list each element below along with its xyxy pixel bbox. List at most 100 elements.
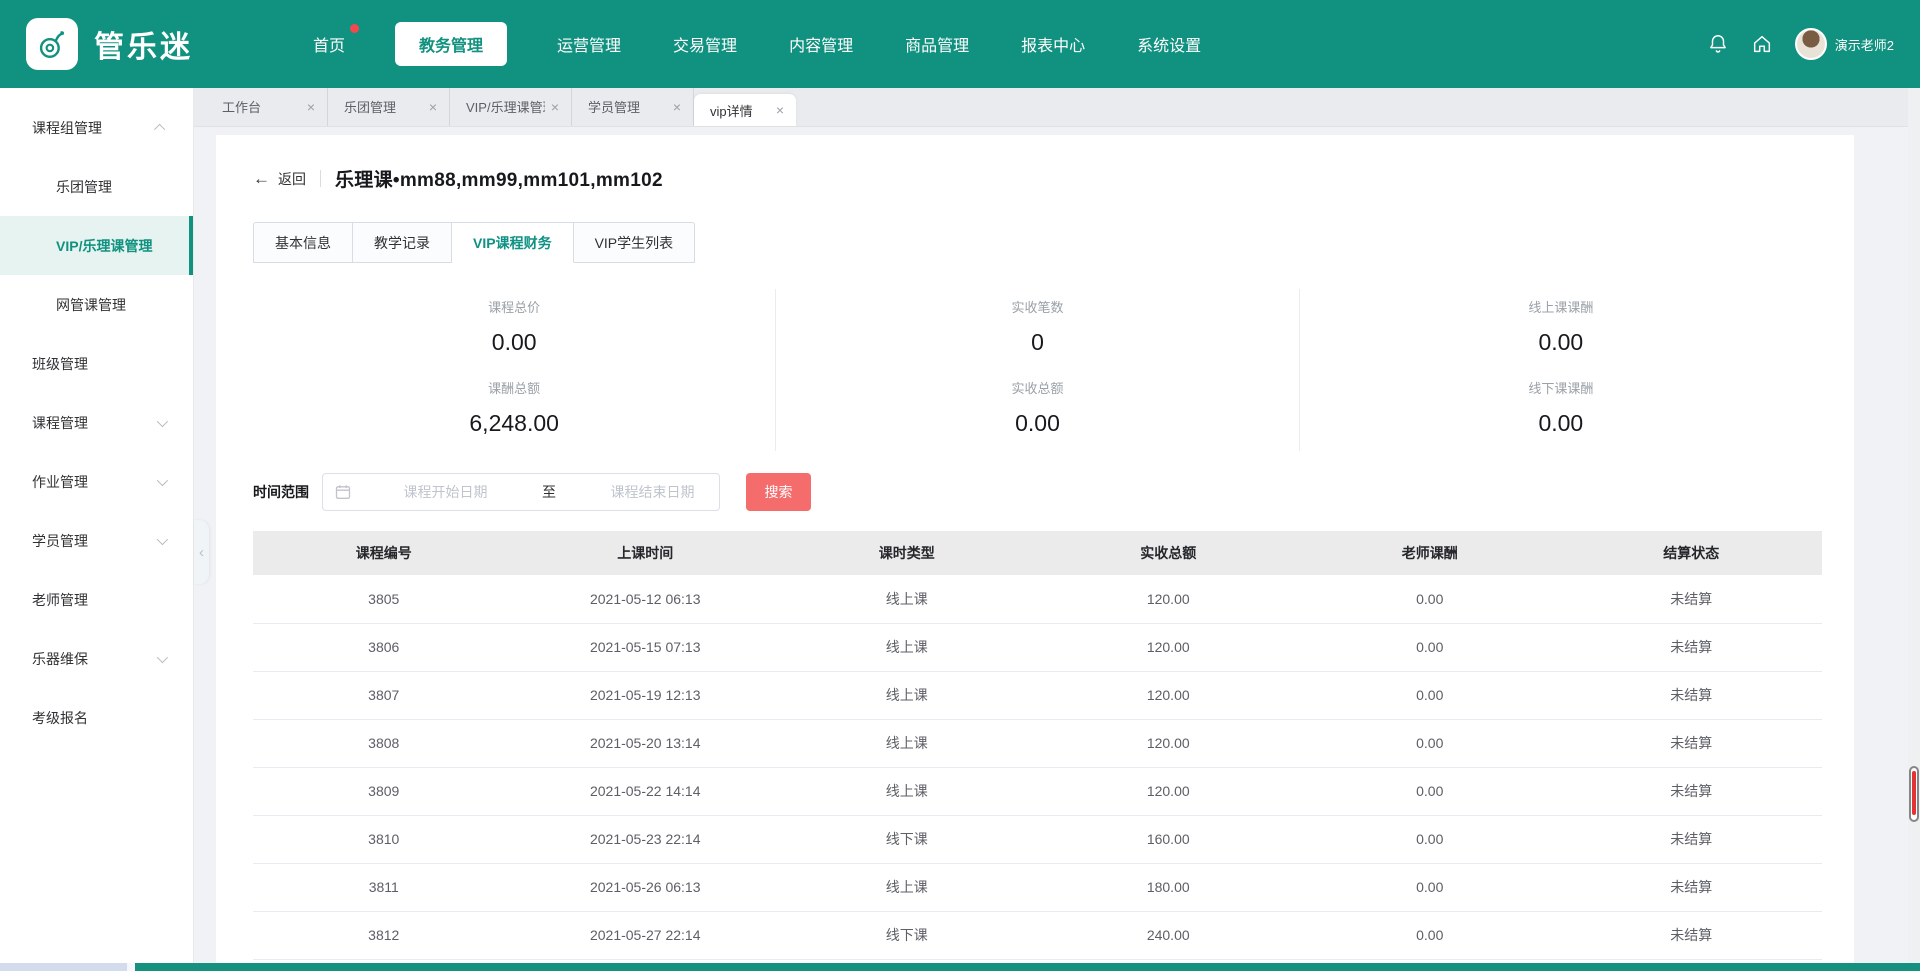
finance-stats: 课程总价0.00实收笔数0线上课课酬0.00课酬总额6,248.00实收总额0.… <box>253 289 1822 451</box>
stat-label: 课程总价 <box>253 297 775 316</box>
calendar-icon <box>335 484 351 500</box>
route-tab[interactable]: 工作台× <box>206 87 328 126</box>
table-row: 38122021-05-27 22:14线下课240.000.00未结算 <box>253 911 1822 959</box>
close-icon[interactable]: × <box>673 99 681 115</box>
route-tab-strip: 工作台×乐团管理×VIP/乐理课管理×学员管理×vip详情× <box>194 88 1920 127</box>
table-cell: 240.00 <box>1038 911 1300 959</box>
route-tab[interactable]: vip详情× <box>694 94 796 126</box>
home-icon[interactable] <box>1751 33 1773 55</box>
table-header-cell: 课程编号 <box>253 531 515 575</box>
nav-item[interactable]: 内容管理 <box>787 22 855 66</box>
stat-cell: 实收总额0.00 <box>775 370 1299 451</box>
table-cell: 线上课 <box>776 767 1038 815</box>
app-logo[interactable]: 管乐迷 <box>26 18 193 70</box>
table-cell: 0.00 <box>1299 815 1561 863</box>
brand-name: 管乐迷 <box>94 22 193 66</box>
sidebar-item[interactable]: 作业管理 <box>0 452 193 511</box>
horizontal-scrollbar-track[interactable] <box>0 963 1920 971</box>
sidebar-item[interactable]: 课程组管理 <box>0 98 193 157</box>
route-tab[interactable]: 乐团管理 × <box>328 87 450 126</box>
detail-tab[interactable]: 教学记录 <box>353 222 452 263</box>
table-cell: 2021-05-15 07:13 <box>515 623 777 671</box>
table-header-cell: 课时类型 <box>776 531 1038 575</box>
table-cell: 3806 <box>253 623 515 671</box>
table-cell: 0.00 <box>1299 863 1561 911</box>
sidebar-item[interactable]: 课程管理 <box>0 393 193 452</box>
route-tab[interactable]: VIP/乐理课管理× <box>450 87 572 126</box>
table-cell: 线下课 <box>776 815 1038 863</box>
table-row: 38082021-05-20 13:14线上课120.000.00未结算 <box>253 719 1822 767</box>
bell-icon[interactable] <box>1707 33 1729 55</box>
stats-row: 课程总价0.00实收笔数0线上课课酬0.00 <box>253 289 1822 370</box>
back-label: 返回 <box>278 169 306 189</box>
chevron-down-icon <box>157 474 168 485</box>
logo-icon <box>26 18 78 70</box>
table-cell: 2021-05-20 13:14 <box>515 719 777 767</box>
table-cell: 0.00 <box>1299 719 1561 767</box>
sidebar-item-label: 网管课管理 <box>56 295 126 315</box>
search-button[interactable]: 搜索 <box>746 473 811 511</box>
table-cell: 3805 <box>253 575 515 623</box>
table-row: 38102021-05-23 22:14线下课160.000.00未结算 <box>253 815 1822 863</box>
nav-item[interactable]: 报表中心 <box>1019 22 1087 66</box>
table-cell: 2021-05-23 22:14 <box>515 815 777 863</box>
vertical-scrollbar-thumb[interactable] <box>1909 766 1919 822</box>
table-cell: 未结算 <box>1561 671 1823 719</box>
start-date-input[interactable] <box>355 484 536 500</box>
sidebar-collapse-handle[interactable]: ‹ <box>194 520 209 584</box>
sidebar-item[interactable]: 网管课管理 <box>0 275 193 334</box>
table-cell: 线上课 <box>776 575 1038 623</box>
vertical-scrollbar-track[interactable] <box>1908 88 1920 963</box>
sidebar-item[interactable]: 乐团管理 <box>0 157 193 216</box>
table-header-cell: 实收总额 <box>1038 531 1300 575</box>
sidebar-item-label: 乐器维保 <box>32 649 88 669</box>
close-icon[interactable]: × <box>307 99 315 115</box>
close-icon[interactable]: × <box>776 102 784 118</box>
nav-menu: 首页 教务管理 运营管理 交易管理 内容管理 商品管理 报表中心 系统设置 <box>311 22 1203 66</box>
stat-cell: 线下课课酬0.00 <box>1300 370 1822 451</box>
route-tab-label: 乐团管理 <box>344 97 423 116</box>
table-cell: 线下课 <box>776 911 1038 959</box>
nav-item[interactable]: 运营管理 <box>555 22 623 66</box>
detail-tab[interactable]: VIP学生列表 <box>574 222 696 263</box>
chevron-up-icon <box>154 123 165 134</box>
nav-item[interactable]: 教务管理 <box>395 22 507 66</box>
horizontal-scrollbar-thumb[interactable] <box>0 963 135 971</box>
stat-value: 0.00 <box>253 329 775 356</box>
sidebar-item-label: 班级管理 <box>32 354 88 374</box>
close-icon[interactable]: × <box>551 99 559 115</box>
table-header: 课程编号上课时间课时类型实收总额老师课酬结算状态 <box>253 531 1822 575</box>
sidebar-item[interactable]: 考级报名 <box>0 688 193 747</box>
filter-label: 时间范围 <box>253 482 309 502</box>
table-cell: 120.00 <box>1038 767 1300 815</box>
table-cell: 2021-05-19 12:13 <box>515 671 777 719</box>
top-navbar: 管乐迷 首页 教务管理 运营管理 交易管理 内容管理 商品管理 报表中心 系统设置 演示老师2 <box>0 0 1920 88</box>
table-cell: 未结算 <box>1561 863 1823 911</box>
nav-item[interactable]: 系统设置 <box>1135 22 1203 66</box>
sidebar-item[interactable]: 班级管理 <box>0 334 193 393</box>
chevron-down-icon <box>157 415 168 426</box>
detail-tab[interactable]: 基本信息 <box>253 222 353 263</box>
table-cell: 未结算 <box>1561 911 1823 959</box>
sidebar-item[interactable]: VIP/乐理课管理 <box>0 216 193 275</box>
sidebar-item-label: 学员管理 <box>32 531 88 551</box>
stat-label: 课酬总额 <box>253 378 775 397</box>
date-range-picker[interactable]: 至 <box>322 473 720 511</box>
nav-item[interactable]: 商品管理 <box>903 22 971 66</box>
end-date-input[interactable] <box>562 484 743 500</box>
table-cell: 未结算 <box>1561 623 1823 671</box>
close-icon[interactable]: × <box>429 99 437 115</box>
sidebar-item[interactable]: 老师管理 <box>0 570 193 629</box>
route-tab[interactable]: 学员管理 × <box>572 87 694 126</box>
table-cell: 线上课 <box>776 671 1038 719</box>
nav-item[interactable]: 首页 <box>311 22 347 66</box>
stat-cell: 课酬总额6,248.00 <box>253 370 775 451</box>
sidebar-item[interactable]: 学员管理 <box>0 511 193 570</box>
table-cell: 2021-05-27 22:14 <box>515 911 777 959</box>
sidebar-item[interactable]: 乐器维保 <box>0 629 193 688</box>
back-button[interactable]: ← 返回 <box>253 169 306 189</box>
nav-item[interactable]: 交易管理 <box>671 22 739 66</box>
detail-tab[interactable]: VIP课程财务 <box>452 222 574 263</box>
user-menu[interactable]: 演示老师2 <box>1795 28 1894 60</box>
route-tab-label: 学员管理 <box>588 97 667 116</box>
